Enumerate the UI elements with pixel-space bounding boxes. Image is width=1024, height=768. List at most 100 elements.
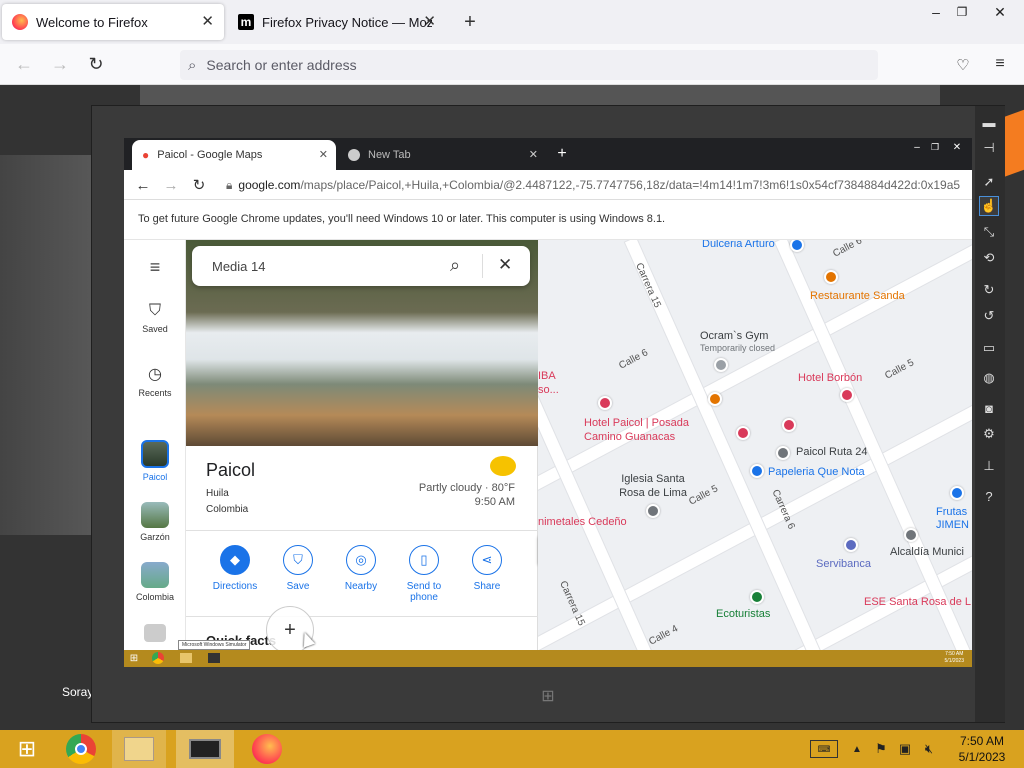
restaurant-pin-icon[interactable] <box>708 392 722 406</box>
forward-icon[interactable]: → <box>50 54 70 74</box>
sim-network-icon[interactable]: ⊥ <box>979 456 999 476</box>
tab-google-maps[interactable]: ● Paicol - Google Maps ✕ <box>132 140 336 170</box>
sim-rotate-touch-icon[interactable]: ⟲ <box>979 248 999 268</box>
directions-button[interactable]: ◆ Directions <box>207 545 263 592</box>
start-icon[interactable]: ⊞ <box>128 652 140 664</box>
place-label[interactable]: Iglesia Santa Rosa de Lima <box>608 472 698 500</box>
gym-pin-icon[interactable] <box>714 358 728 372</box>
address-bar[interactable]: ⌕ Search or enter address <box>180 50 878 80</box>
close-tab-icon[interactable]: ✕ <box>423 12 436 30</box>
system-clock[interactable]: 7:50 AM 5/1/2023 <box>952 733 1012 765</box>
new-tab-icon[interactable]: + <box>552 144 572 164</box>
search-input[interactable]: Media 14 <box>212 259 265 274</box>
place-label[interactable]: Ecoturistas <box>716 608 770 620</box>
pocket-icon[interactable]: ♡ <box>952 54 974 76</box>
close-window-icon[interactable]: ✕ <box>990 2 1010 22</box>
start-button[interactable]: ⊞ <box>0 730 54 768</box>
place-label[interactable]: Papeleria Que Nota <box>768 466 865 478</box>
sim-pinch-icon[interactable]: ⤡ <box>979 222 999 242</box>
restore-icon[interactable]: ❐ <box>952 2 972 22</box>
rail-garzon[interactable]: Garzón <box>124 502 186 542</box>
show-hidden-icons[interactable]: ▲ <box>850 742 864 756</box>
place-label[interactable]: Alcaldía Munici <box>890 546 964 558</box>
rail-paicol[interactable]: Paicol <box>124 440 186 482</box>
sim-touch-mode-icon[interactable]: ☝ <box>979 196 999 216</box>
sim-screenshot-icon[interactable]: ◙ <box>979 398 999 418</box>
new-tab-icon[interactable]: + <box>458 10 482 34</box>
tourism-pin-icon[interactable] <box>750 590 764 604</box>
windows-button-icon[interactable]: ⊞ <box>538 686 558 706</box>
simulator-taskbar-button[interactable] <box>176 730 234 768</box>
hotel-pin-icon[interactable] <box>598 396 612 410</box>
shop-pin-icon[interactable] <box>790 240 804 252</box>
tab-privacy-notice[interactable]: m Firefox Privacy Notice — Mozilla ✕ <box>228 4 438 40</box>
volume-muted-icon[interactable]: 🔇︎ <box>920 740 938 758</box>
place-label[interactable]: Paicol Ruta 24 <box>796 446 868 458</box>
restaurant-pin-icon[interactable] <box>824 270 838 284</box>
reload-icon[interactable]: ↻ <box>86 54 106 74</box>
sim-pin-icon[interactable]: ⊣ <box>979 138 999 158</box>
hotel-pin-icon[interactable] <box>782 418 796 432</box>
maps-search-box[interactable]: Media 14 ⌕ ✕ <box>192 246 530 286</box>
place-label[interactable]: Servibanca <box>816 558 871 570</box>
close-tab-icon[interactable]: ✕ <box>529 148 538 161</box>
hamburger-menu-icon[interactable]: ≡ <box>144 257 166 277</box>
minimize-icon[interactable]: – <box>926 2 946 22</box>
sim-settings-icon[interactable]: ⚙ <box>979 424 999 444</box>
close-icon[interactable]: ✕ <box>498 255 512 275</box>
rail-saved[interactable]: ⛉ Saved <box>124 302 186 334</box>
touch-keyboard-icon[interactable]: ⌨ <box>810 740 838 758</box>
place-label[interactable]: Dulceria Arturo <box>702 240 775 250</box>
close-tab-icon[interactable]: ✕ <box>201 12 214 30</box>
forward-icon[interactable]: → <box>162 176 180 194</box>
reload-icon[interactable]: ↻ <box>190 176 208 194</box>
restore-icon[interactable]: ❐ <box>928 140 942 154</box>
rail-colombia[interactable]: Colombia <box>124 562 186 602</box>
back-icon[interactable]: ← <box>134 176 152 194</box>
place-label[interactable]: Ocram`s Gym <box>700 330 768 342</box>
network-icon[interactable]: ▣ <box>896 740 914 758</box>
shop-pin-icon[interactable] <box>750 464 764 478</box>
chrome-taskbar-icon[interactable] <box>152 652 164 664</box>
tab-welcome-firefox[interactable]: Welcome to Firefox ✕ <box>2 4 224 40</box>
tab-new-tab[interactable]: New Tab ✕ <box>338 140 546 170</box>
place-label[interactable]: IBA <box>538 370 556 382</box>
menu-icon[interactable]: ≡ <box>990 54 1010 74</box>
action-center-flag-icon[interactable]: ⚑ <box>872 740 890 758</box>
chrome-taskbar-button[interactable] <box>54 730 108 768</box>
sim-help-icon[interactable]: ? <box>979 486 999 506</box>
nearby-button[interactable]: ◎ Nearby <box>333 545 389 592</box>
rail-recents[interactable]: ◷ Recents <box>124 364 186 398</box>
save-button[interactable]: ⛉ Save <box>270 545 326 592</box>
hotel-pin-icon[interactable] <box>840 388 854 402</box>
poi-pin-icon[interactable] <box>776 446 790 460</box>
church-pin-icon[interactable] <box>646 504 660 518</box>
place-label[interactable]: Hotel Borbón <box>798 372 862 384</box>
map-canvas[interactable]: Carrera 15 Calle 6 Calle 6 Calle 5 Calle… <box>538 240 972 650</box>
place-label[interactable]: ESE Santa Rosa de L <box>864 596 971 608</box>
sim-minimize-icon[interactable]: ▬ <box>979 112 999 132</box>
back-icon[interactable]: ← <box>14 54 34 74</box>
sim-mouse-mode-icon[interactable]: ➚ <box>979 172 999 192</box>
shop-pin-icon[interactable] <box>950 486 964 500</box>
url-field[interactable]: 🔒︎ google.com/maps/place/Paicol,+Huila,+C… <box>226 178 972 193</box>
place-label[interactable]: Hotel Paicol | Posada Camino Guanacas <box>584 416 724 444</box>
send-to-phone-button[interactable]: ▯ Send to phone <box>396 545 452 603</box>
close-tab-icon[interactable]: ✕ <box>319 148 328 161</box>
simulator-taskbar-icon[interactable] <box>208 653 220 663</box>
place-label[interactable]: Restaurante Sanda <box>810 290 905 302</box>
sim-rotate-ccw-icon[interactable]: ↺ <box>979 306 999 326</box>
place-label[interactable]: Frutas JIMEN <box>936 506 972 532</box>
search-icon[interactable]: ⌕ <box>450 255 460 276</box>
firefox-taskbar-button[interactable] <box>240 730 294 768</box>
civic-pin-icon[interactable] <box>904 528 918 542</box>
sim-rotate-cw-icon[interactable]: ↻ <box>979 280 999 300</box>
sim-resolution-icon[interactable]: ▭ <box>979 338 999 358</box>
place-label[interactable]: so... <box>538 384 559 396</box>
hotel-pin-icon[interactable] <box>736 426 750 440</box>
rail-more[interactable] <box>124 624 186 642</box>
place-label[interactable]: nimetales Cedeño <box>538 516 627 528</box>
file-explorer-button[interactable] <box>112 730 166 768</box>
close-window-icon[interactable]: ✕ <box>950 140 964 154</box>
minimize-icon[interactable]: – <box>910 140 924 154</box>
